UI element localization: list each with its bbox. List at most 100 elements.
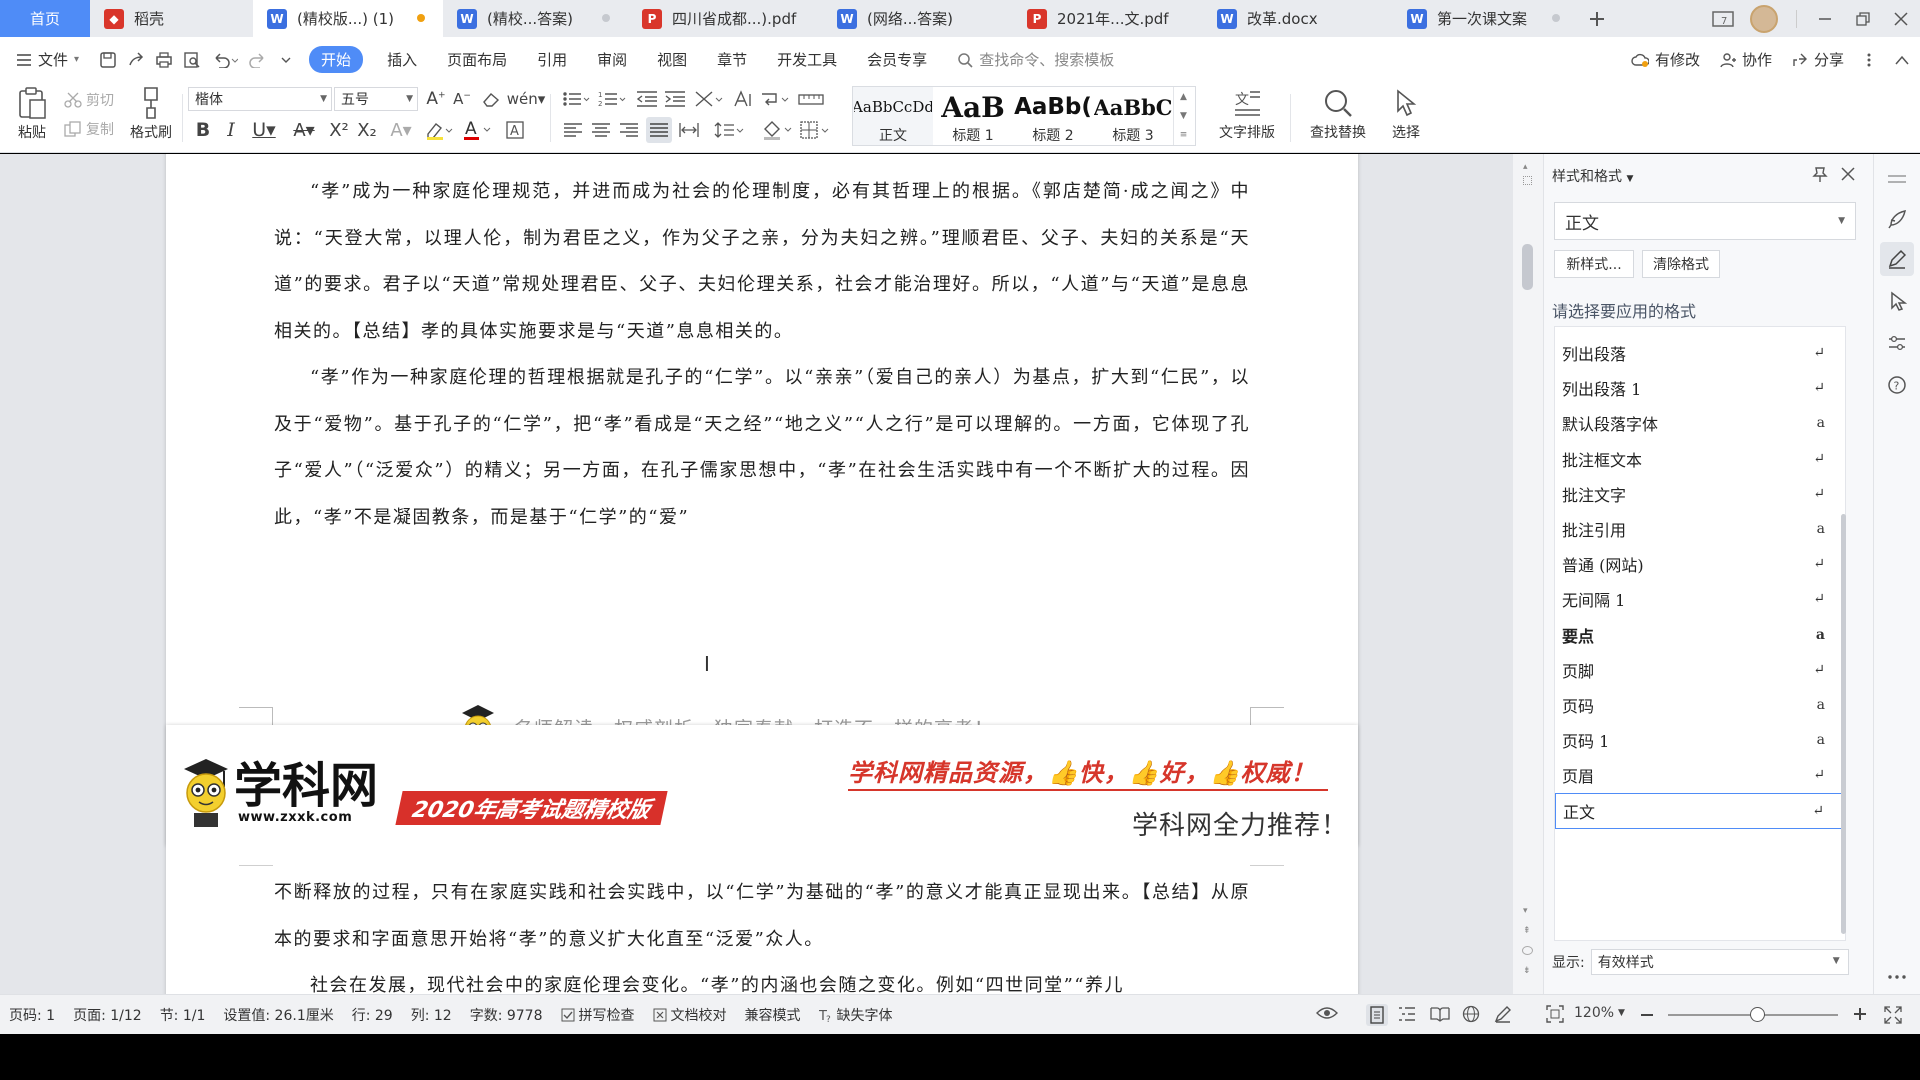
italic-button[interactable]: I: [218, 117, 244, 143]
print-preview-button[interactable]: [178, 37, 206, 82]
style-list-item[interactable]: 普通 (网站) ↵: [1555, 546, 1845, 582]
clear-format-button[interactable]: [478, 88, 504, 110]
share-button[interactable]: 分享: [1782, 49, 1854, 70]
prev-page-icon[interactable]: ⇞: [1523, 926, 1531, 936]
status-page[interactable]: 页面: 1/12: [64, 1005, 151, 1025]
menu-tab-review[interactable]: 审阅: [582, 37, 642, 82]
text-effect-button[interactable]: A▾: [384, 117, 418, 143]
select-button[interactable]: 选择: [1382, 88, 1430, 142]
style-list-item[interactable]: 页码 1 a: [1555, 722, 1845, 758]
chinese-layout-button[interactable]: [692, 88, 726, 110]
style-list-item[interactable]: 页码 a: [1555, 687, 1845, 723]
phonetic-button[interactable]: wén▾: [507, 88, 546, 110]
menu-tab-start[interactable]: 开始: [309, 46, 364, 73]
scroll-down-icon[interactable]: ▾: [1523, 906, 1528, 916]
menu-tab-layout[interactable]: 页面布局: [432, 37, 522, 82]
style-heading3[interactable]: AaBbC 标题 3: [1093, 87, 1173, 145]
status-setting[interactable]: 设置值: 26.1厘米: [214, 1005, 342, 1025]
style-list-item[interactable]: 页脚 ↵: [1555, 652, 1845, 688]
distribute-button[interactable]: [676, 117, 702, 143]
paragraph[interactable]: “孝”成为一种家庭伦理规范，并进而成为社会的伦理制度，必有其哲理上的根据。《郭店…: [274, 169, 1250, 355]
style-heading1[interactable]: AaB 标题 1: [933, 87, 1013, 145]
style-list-item[interactable]: 批注文字 ↵: [1555, 476, 1845, 512]
superscript-button[interactable]: X²: [326, 117, 352, 143]
spell-check-button[interactable]: 拼写检查: [552, 1005, 644, 1025]
subscript-button[interactable]: X₂: [354, 117, 380, 143]
line-spacing-button[interactable]: [712, 117, 746, 143]
tab-stops-button[interactable]: [796, 88, 826, 110]
tab-pdf[interactable]: P 2021年...文.pdf: [1013, 0, 1203, 37]
panel-title[interactable]: 样式和格式 ▼: [1552, 166, 1633, 186]
rail-style-button[interactable]: [1880, 242, 1914, 276]
avatar[interactable]: [1742, 0, 1786, 37]
scroll-select-icon[interactable]: [1523, 176, 1532, 185]
paragraph[interactable]: 不断释放的过程，只有在家庭实践和社会实践中，以“仁学”为基础的“孝”的意义才能真…: [274, 870, 1250, 963]
new-tab-button[interactable]: [1578, 0, 1616, 37]
status-row[interactable]: 行: 29: [343, 1005, 402, 1025]
strikethrough-button[interactable]: A▾: [286, 117, 322, 143]
fullscreen-button[interactable]: [1884, 1006, 1902, 1024]
eye-protect-button[interactable]: [1316, 1005, 1338, 1021]
decrease-indent-button[interactable]: [634, 88, 660, 110]
style-list-item[interactable]: 批注框文本 ↵: [1555, 441, 1845, 477]
menu-tab-developer[interactable]: 开发工具: [762, 37, 852, 82]
status-col[interactable]: 列: 12: [402, 1005, 461, 1025]
tab-doc[interactable]: W 第一次课文案: [1393, 0, 1578, 37]
redo-button[interactable]: [244, 37, 272, 82]
command-search[interactable]: 查找命令、搜索模板: [942, 37, 1129, 82]
shading-button[interactable]: [760, 117, 794, 143]
grow-font-button[interactable]: A+: [424, 88, 448, 110]
undo-button[interactable]: [206, 37, 244, 82]
zoom-slider-thumb[interactable]: [1750, 1007, 1765, 1022]
collab-button[interactable]: 协作: [1710, 49, 1782, 70]
window-layout-button[interactable]: 7: [1704, 0, 1742, 37]
write-mode-button[interactable]: [1494, 1005, 1512, 1023]
web-view-button[interactable]: [1462, 1005, 1480, 1023]
style-list-item[interactable]: 默认段落字体 a: [1555, 405, 1845, 441]
menu-tab-view[interactable]: 视图: [642, 37, 702, 82]
style-list-item[interactable]: 页眉 ↵: [1555, 757, 1845, 793]
line-break-button[interactable]: [758, 88, 792, 110]
status-words[interactable]: 字数: 9778: [461, 1005, 552, 1025]
close-dot-icon[interactable]: [1552, 14, 1560, 22]
scroll-top-icon[interactable]: ▴: [1523, 162, 1528, 172]
fit-page-button[interactable]: [1546, 1005, 1564, 1023]
style-list-item[interactable]: 要点 a: [1555, 617, 1845, 653]
align-center-button[interactable]: [588, 117, 614, 143]
current-style-select[interactable]: 正文 ▼: [1554, 202, 1856, 240]
proofread-button[interactable]: 文档校对: [644, 1005, 736, 1025]
document-area[interactable]: “孝”成为一种家庭伦理规范，并进而成为社会的伦理制度，必有其哲理上的根据。《郭店…: [0, 154, 1513, 994]
document-page[interactable]: 学科网 www.zxxk.com 2020年高考试题精校版 学科网精品资源，👍快…: [166, 725, 1358, 994]
paragraph[interactable]: “孝”作为一种家庭伦理的哲理根据就是孔子的“仁学”。以“亲亲”（爱自己的亲人）为…: [274, 355, 1250, 541]
rail-more-button[interactable]: [1880, 960, 1914, 994]
style-normal[interactable]: AaBbCcDd 正文: [853, 87, 933, 145]
tab-doc[interactable]: W (精校...答案): [443, 0, 628, 37]
rail-rocket-button[interactable]: [1880, 202, 1914, 236]
style-heading2[interactable]: AaBb(标题 2: [1013, 87, 1093, 145]
minimize-button[interactable]: [1806, 0, 1844, 37]
output-button[interactable]: [122, 37, 150, 82]
zoom-select[interactable]: 120% ▼: [1574, 1005, 1625, 1021]
numbering-button[interactable]: 12: [596, 88, 628, 110]
file-menu[interactable]: 文件 ▾: [0, 37, 94, 82]
tab-doc[interactable]: W 改革.docx: [1203, 0, 1393, 37]
bullets-button[interactable]: [560, 88, 592, 110]
gallery-scroll[interactable]: ▲ ▼ ≡: [1173, 87, 1193, 145]
copy-button[interactable]: 复制: [64, 119, 114, 139]
customize-qat-button[interactable]: [272, 37, 300, 82]
text-direction-button[interactable]: [730, 88, 756, 110]
status-section[interactable]: 节: 1/1: [151, 1005, 215, 1025]
justify-button[interactable]: [646, 117, 672, 143]
format-painter-button[interactable]: 格式刷: [126, 86, 176, 142]
page-view-button[interactable]: [1366, 1004, 1388, 1026]
rail-select-button[interactable]: [1880, 284, 1914, 318]
clear-format-button[interactable]: 清除格式: [1642, 250, 1720, 278]
menu-tab-insert[interactable]: 插入: [372, 37, 432, 82]
tab-active-doc[interactable]: W (精校版...) (1): [253, 0, 443, 37]
align-left-button[interactable]: [560, 117, 586, 143]
page-body[interactable]: 不断释放的过程，只有在家庭实践和社会实践中，以“仁学”为基础的“孝”的意义才能真…: [274, 870, 1250, 994]
scrollbar-thumb[interactable]: [1522, 244, 1533, 290]
modified-button[interactable]: 有修改: [1621, 49, 1710, 70]
style-list-item[interactable]: 正文 ↵: [1555, 792, 1845, 829]
next-page-icon[interactable]: ⇟: [1523, 966, 1531, 976]
